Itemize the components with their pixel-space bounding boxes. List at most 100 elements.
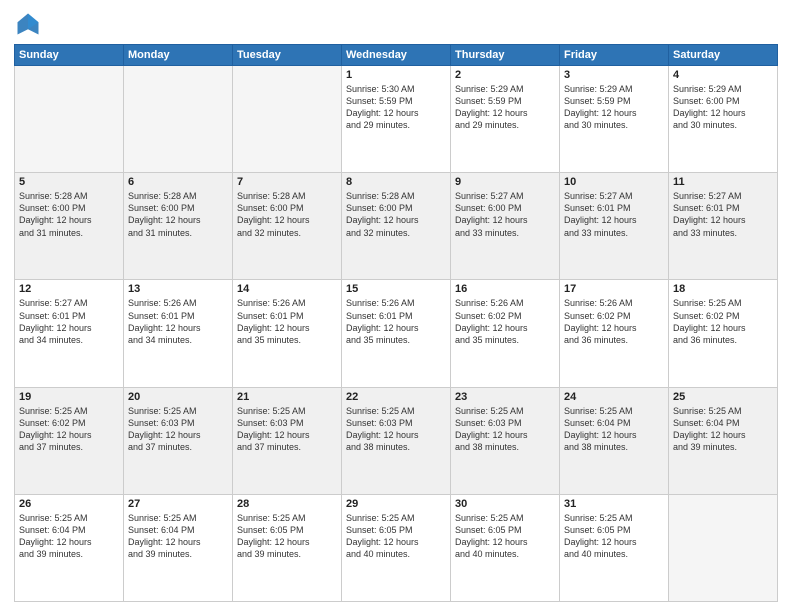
day-detail: Sunrise: 5:27 AM Sunset: 6:00 PM Dayligh… <box>455 190 555 239</box>
day-number: 29 <box>346 498 446 510</box>
col-header-sunday: Sunday <box>15 45 124 66</box>
day-detail: Sunrise: 5:25 AM Sunset: 6:04 PM Dayligh… <box>128 512 228 561</box>
col-header-monday: Monday <box>124 45 233 66</box>
day-number: 14 <box>237 283 337 295</box>
calendar-cell: 15 Sunrise: 5:26 AM Sunset: 6:01 PM Dayli… <box>342 280 451 387</box>
col-header-tuesday: Tuesday <box>233 45 342 66</box>
day-detail: Sunrise: 5:28 AM Sunset: 6:00 PM Dayligh… <box>346 190 446 239</box>
day-number: 3 <box>564 69 664 81</box>
day-detail: Sunrise: 5:27 AM Sunset: 6:01 PM Dayligh… <box>673 190 773 239</box>
day-number: 17 <box>564 283 664 295</box>
calendar-cell: 16 Sunrise: 5:26 AM Sunset: 6:02 PM Dayli… <box>451 280 560 387</box>
day-number: 21 <box>237 391 337 403</box>
day-number: 1 <box>346 69 446 81</box>
day-number: 6 <box>128 176 228 188</box>
day-number: 18 <box>673 283 773 295</box>
day-number: 11 <box>673 176 773 188</box>
day-detail: Sunrise: 5:29 AM Sunset: 5:59 PM Dayligh… <box>455 83 555 132</box>
calendar-cell: 21 Sunrise: 5:25 AM Sunset: 6:03 PM Dayli… <box>233 387 342 494</box>
calendar-cell: 1 Sunrise: 5:30 AM Sunset: 5:59 PM Daylig… <box>342 66 451 173</box>
day-number: 25 <box>673 391 773 403</box>
calendar-cell <box>669 494 778 601</box>
col-header-thursday: Thursday <box>451 45 560 66</box>
day-number: 5 <box>19 176 119 188</box>
day-number: 20 <box>128 391 228 403</box>
day-number: 23 <box>455 391 555 403</box>
calendar-cell: 24Sunrise: 5:25 AM Sunset: 6:04 PM Dayli… <box>560 387 669 494</box>
calendar-cell: 17 Sunrise: 5:26 AM Sunset: 6:02 PM Dayli… <box>560 280 669 387</box>
header <box>14 10 778 38</box>
day-detail: Sunrise: 5:26 AM Sunset: 6:01 PM Dayligh… <box>237 297 337 346</box>
calendar-cell: 11 Sunrise: 5:27 AM Sunset: 6:01 PM Dayli… <box>669 173 778 280</box>
calendar-cell: 5Sunrise: 5:28 AM Sunset: 6:00 PM Daylig… <box>15 173 124 280</box>
day-detail: Sunrise: 5:26 AM Sunset: 6:02 PM Dayligh… <box>455 297 555 346</box>
day-detail: Sunrise: 5:25 AM Sunset: 6:02 PM Dayligh… <box>19 405 119 454</box>
day-detail: Sunrise: 5:25 AM Sunset: 6:05 PM Dayligh… <box>237 512 337 561</box>
calendar-cell: 23 Sunrise: 5:25 AM Sunset: 6:03 PM Dayli… <box>451 387 560 494</box>
day-detail: Sunrise: 5:25 AM Sunset: 6:03 PM Dayligh… <box>237 405 337 454</box>
day-detail: Sunrise: 5:25 AM Sunset: 6:03 PM Dayligh… <box>346 405 446 454</box>
calendar-table: SundayMondayTuesdayWednesdayThursdayFrid… <box>14 44 778 602</box>
logo <box>14 10 46 38</box>
calendar-cell: 14 Sunrise: 5:26 AM Sunset: 6:01 PM Dayli… <box>233 280 342 387</box>
calendar-cell: 20 Sunrise: 5:25 AM Sunset: 6:03 PM Dayli… <box>124 387 233 494</box>
calendar-cell: 2 Sunrise: 5:29 AM Sunset: 5:59 PM Daylig… <box>451 66 560 173</box>
day-number: 8 <box>346 176 446 188</box>
day-detail: Sunrise: 5:26 AM Sunset: 6:02 PM Dayligh… <box>564 297 664 346</box>
day-detail: Sunrise: 5:25 AM Sunset: 6:03 PM Dayligh… <box>455 405 555 454</box>
day-number: 12 <box>19 283 119 295</box>
day-number: 10 <box>564 176 664 188</box>
calendar-cell: 31 Sunrise: 5:25 AM Sunset: 6:05 PM Dayli… <box>560 494 669 601</box>
col-header-wednesday: Wednesday <box>342 45 451 66</box>
calendar-cell: 28 Sunrise: 5:25 AM Sunset: 6:05 PM Dayli… <box>233 494 342 601</box>
day-detail: Sunrise: 5:26 AM Sunset: 6:01 PM Dayligh… <box>346 297 446 346</box>
calendar-cell: 4 Sunrise: 5:29 AM Sunset: 6:00 PM Daylig… <box>669 66 778 173</box>
calendar-cell: 25 Sunrise: 5:25 AM Sunset: 6:04 PM Dayli… <box>669 387 778 494</box>
day-detail: Sunrise: 5:25 AM Sunset: 6:04 PM Dayligh… <box>19 512 119 561</box>
calendar-cell: 10 Sunrise: 5:27 AM Sunset: 6:01 PM Dayli… <box>560 173 669 280</box>
day-detail: Sunrise: 5:29 AM Sunset: 5:59 PM Dayligh… <box>564 83 664 132</box>
col-header-friday: Friday <box>560 45 669 66</box>
day-detail: Sunrise: 5:25 AM Sunset: 6:02 PM Dayligh… <box>673 297 773 346</box>
day-detail: Sunrise: 5:27 AM Sunset: 6:01 PM Dayligh… <box>564 190 664 239</box>
day-number: 13 <box>128 283 228 295</box>
calendar-cell <box>233 66 342 173</box>
logo-icon <box>14 10 42 38</box>
calendar-cell: 19 Sunrise: 5:25 AM Sunset: 6:02 PM Dayli… <box>15 387 124 494</box>
col-header-saturday: Saturday <box>669 45 778 66</box>
day-detail: Sunrise: 5:27 AM Sunset: 6:01 PM Dayligh… <box>19 297 119 346</box>
day-detail: Sunrise: 5:25 AM Sunset: 6:05 PM Dayligh… <box>564 512 664 561</box>
day-detail: Sunrise: 5:25 AM Sunset: 6:05 PM Dayligh… <box>455 512 555 561</box>
day-detail: Sunrise: 5:25 AM Sunset: 6:03 PM Dayligh… <box>128 405 228 454</box>
day-detail: Sunrise: 5:25 AM Sunset: 6:05 PM Dayligh… <box>346 512 446 561</box>
calendar-cell <box>15 66 124 173</box>
day-number: 30 <box>455 498 555 510</box>
calendar-cell: 12 Sunrise: 5:27 AM Sunset: 6:01 PM Dayli… <box>15 280 124 387</box>
day-number: 24 <box>564 391 664 403</box>
day-number: 16 <box>455 283 555 295</box>
calendar-week-row: 5 Sunrise: 5:28 AM Sunset: 6:00 PM Daylig… <box>15 173 778 280</box>
day-number: 7 <box>237 176 337 188</box>
calendar-cell: 3 Sunrise: 5:29 AM Sunset: 5:59 PM Daylig… <box>560 66 669 173</box>
day-number: 4 <box>673 69 773 81</box>
day-number: 15 <box>346 283 446 295</box>
calendar-cell: 18 Sunrise: 5:25 AM Sunset: 6:02 PM Dayli… <box>669 280 778 387</box>
day-number: 31 <box>564 498 664 510</box>
day-number: 19 <box>19 391 119 403</box>
calendar-cell <box>124 66 233 173</box>
day-number: 2 <box>455 69 555 81</box>
calendar-cell: 22 Sunrise: 5:25 AM Sunset: 6:03 PM Dayli… <box>342 387 451 494</box>
day-detail: Sunrise: 5:28 AM Sunset: 6:00 PM Dayligh… <box>128 190 228 239</box>
day-number: 26 <box>19 498 119 510</box>
day-detail: Sunrise: 5:26 AM Sunset: 6:01 PM Dayligh… <box>128 297 228 346</box>
day-number: 28 <box>237 498 337 510</box>
day-detail: Sunrise: 5:28 AM Sunset: 6:00 PM Dayligh… <box>237 190 337 239</box>
day-detail: Sunrise: 5:30 AM Sunset: 5:59 PM Dayligh… <box>346 83 446 132</box>
day-number: 22 <box>346 391 446 403</box>
day-detail: Sunrise: 5:29 AM Sunset: 6:00 PM Dayligh… <box>673 83 773 132</box>
day-detail: Sunrise: 5:25 AM Sunset: 6:04 PM Dayligh… <box>673 405 773 454</box>
calendar-cell: 29 Sunrise: 5:25 AM Sunset: 6:05 PM Dayli… <box>342 494 451 601</box>
calendar-header-row: SundayMondayTuesdayWednesdayThursdayFrid… <box>15 45 778 66</box>
calendar-cell: 13 Sunrise: 5:26 AM Sunset: 6:01 PM Dayli… <box>124 280 233 387</box>
calendar-cell: 26 Sunrise: 5:25 AM Sunset: 6:04 PM Dayli… <box>15 494 124 601</box>
